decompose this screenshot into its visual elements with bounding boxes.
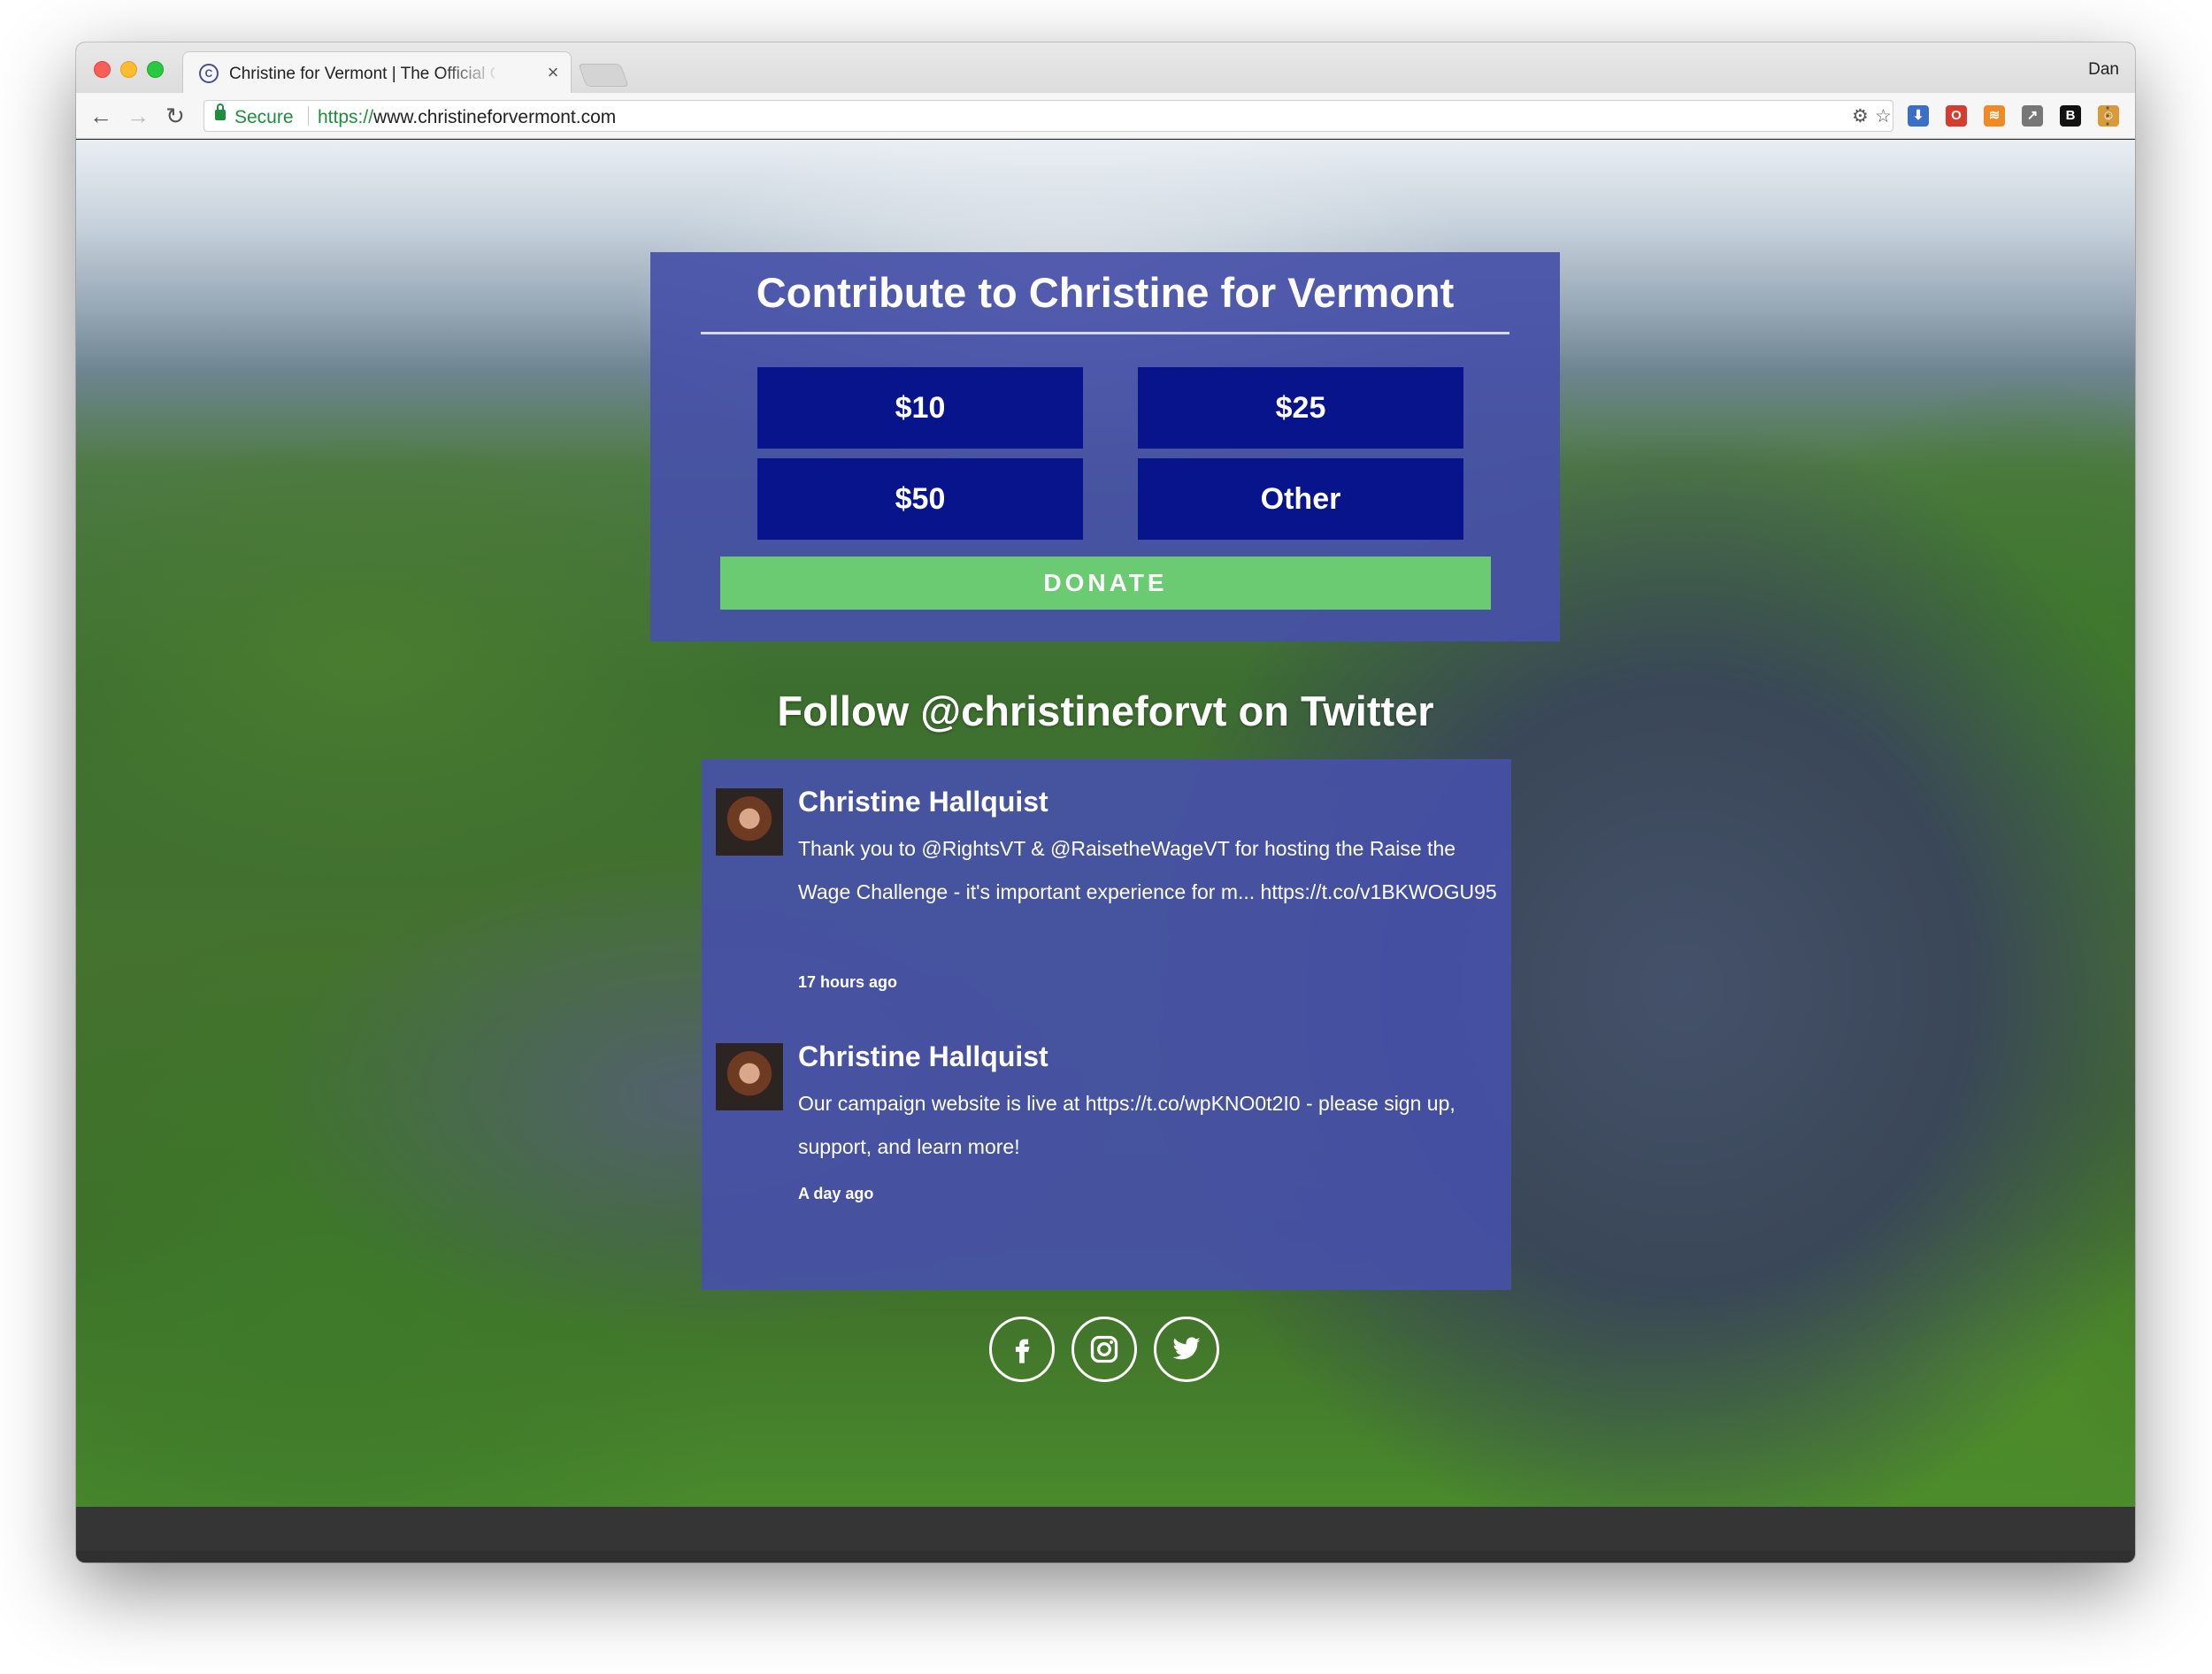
amount-10-button[interactable]: $10 [757, 367, 1083, 449]
instagram-link[interactable] [1071, 1317, 1137, 1382]
donate-button[interactable]: DONATE [720, 557, 1491, 610]
lock-icon [215, 104, 226, 120]
browser-window: C Christine for Vermont | The Official C… [76, 42, 2135, 1563]
minimize-window-button[interactable] [120, 61, 137, 78]
url-scheme: https:// [318, 107, 374, 127]
contribute-panel: Contribute to Christine for Vermont $10 … [650, 252, 1560, 641]
amount-25-button[interactable]: $25 [1138, 367, 1463, 449]
page-footer [76, 1507, 2135, 1551]
avatar[interactable] [716, 788, 783, 856]
url-host: www.christineforvermont.com [373, 107, 617, 127]
address-bar[interactable]: Secure https://www.christineforvermont.c… [204, 100, 1893, 132]
profile-name[interactable]: Dan [2088, 60, 2119, 80]
tweet-text: Thank you to @RightsVT & @RaisetheWageVT… [798, 837, 1497, 903]
tweet-timestamp[interactable]: 17 hours ago [798, 973, 897, 992]
twitter-icon [1172, 1337, 1201, 1360]
twitter-follow-heading[interactable]: Follow @christineforvt on Twitter [76, 687, 2135, 735]
tweet-author[interactable]: Christine Hallquist [798, 786, 1048, 818]
arrow-extension-icon[interactable]: ↗ [2022, 105, 2043, 127]
amount-50-button[interactable]: $50 [757, 458, 1083, 540]
url-text[interactable]: https://www.christineforvermont.com [318, 107, 616, 128]
amount-other-button[interactable]: Other [1138, 458, 1463, 540]
download-extension-icon[interactable]: ⬇ [1908, 105, 1929, 127]
bookmark-star-icon[interactable]: ☆ [1875, 107, 1892, 126]
address-divider [308, 106, 309, 126]
close-window-button[interactable] [94, 61, 111, 78]
maximize-window-button[interactable] [147, 61, 164, 78]
instagram-icon [1090, 1335, 1118, 1363]
rss-extension-icon[interactable]: ≋ [1984, 105, 2005, 127]
browser-toolbar: ← → ↻ Secure https://www.christineforver… [76, 93, 2135, 139]
contribute-title: Contribute to Christine for Vermont [756, 269, 1455, 316]
twitter-feed: Christine Hallquist Thank you to @Rights… [702, 759, 1511, 1290]
reload-icon[interactable]: ↻ [163, 104, 188, 128]
tweet-timestamp[interactable]: A day ago [798, 1185, 873, 1203]
tweet-text: Our campaign website is live at https://… [798, 1092, 1455, 1158]
translate-icon[interactable]: ⚙ [1852, 107, 1869, 126]
opera-extension-icon[interactable]: O [1946, 105, 1967, 127]
avatar[interactable] [716, 1043, 783, 1110]
facebook-icon [1015, 1339, 1030, 1363]
site-favicon-icon: C [199, 64, 219, 83]
title-underline [701, 332, 1509, 334]
b-extension-icon[interactable]: B [2060, 105, 2081, 127]
forward-arrow-icon[interactable]: → [126, 104, 150, 128]
browser-menu-icon[interactable]: ⋮ [2096, 104, 2119, 127]
tab-title-fade [440, 58, 502, 88]
browser-tab[interactable]: C Christine for Vermont | The Official C… [182, 51, 572, 93]
tab-close-icon[interactable]: × [546, 63, 560, 82]
page-content: Contribute to Christine for Vermont $10 … [76, 140, 2135, 1507]
new-tab-button[interactable] [578, 64, 629, 87]
secure-label: Secure [234, 107, 294, 127]
tweet-author[interactable]: Christine Hallquist [798, 1040, 1048, 1073]
twitter-link[interactable] [1154, 1317, 1219, 1382]
back-arrow-icon[interactable]: ← [88, 104, 113, 128]
title-bar: C Christine for Vermont | The Official C… [76, 42, 2135, 93]
facebook-link[interactable] [989, 1317, 1055, 1382]
